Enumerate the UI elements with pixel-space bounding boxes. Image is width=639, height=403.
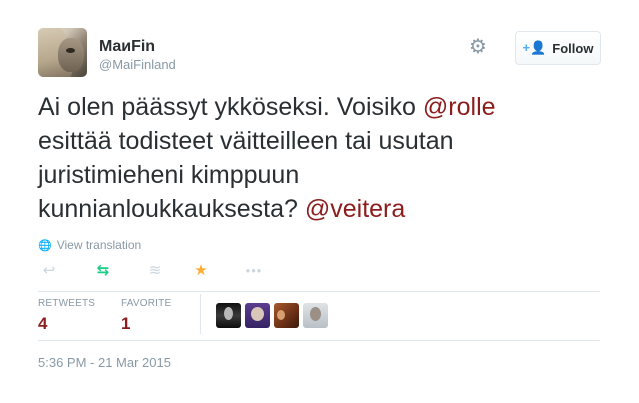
divider-top (38, 291, 600, 292)
tweet-text-line1: Ai olen päässyt ykköseksi. Voisiko (38, 93, 423, 121)
engager-avatar[interactable] (303, 303, 328, 328)
tweet-header: MaиFin @MaiFinland ⚙ +👤 Follow (38, 28, 601, 80)
avatar-eye (66, 48, 75, 53)
favorites-label: FAVORITE (121, 298, 172, 309)
gear-icon[interactable]: ⚙ (467, 36, 489, 58)
globe-icon: 🌐 (38, 239, 52, 252)
divider-bottom (38, 340, 600, 341)
add-user-icon: +👤 (522, 40, 547, 55)
view-translation-label: View translation (56, 238, 142, 252)
mention-link-veitera[interactable]: @veitera (305, 195, 405, 223)
retweets-label: RETWEETS (38, 298, 96, 309)
reply-icon[interactable]: ↩ (38, 260, 60, 282)
tweet-text-line2: esittää todisteet väitteilleen tai usuta… (38, 127, 454, 155)
favorites-count: 1 (121, 314, 131, 333)
user-avatar[interactable] (38, 28, 87, 77)
avatar-face (58, 38, 84, 72)
stats-separator (200, 294, 201, 334)
tweet-text-line3: juristimieheni kimppuun (38, 161, 300, 189)
follow-button-label: Follow (552, 40, 594, 56)
add-to-collection-icon[interactable]: ≋ (144, 260, 166, 282)
display-name[interactable]: MaиFin (99, 38, 176, 56)
favorites-stat[interactable]: FAVORITE 1 (121, 298, 171, 336)
engager-avatar[interactable] (216, 303, 241, 328)
tweet-text: Ai olen päässyt ykköseksi. Voisiko @roll… (38, 90, 598, 226)
engager-avatar[interactable] (245, 303, 270, 328)
retweet-icon[interactable]: ⇆ (92, 260, 114, 282)
more-icon[interactable]: ••• (243, 260, 265, 282)
retweets-stat[interactable]: RETWEETS 4 (38, 298, 95, 336)
follow-button[interactable]: +👤 Follow (515, 31, 601, 65)
view-translation-link[interactable]: 🌐 View translation (38, 238, 141, 252)
mention-link-rolle[interactable]: @rolle (423, 93, 496, 121)
user-names[interactable]: MaиFin @MaiFinland (99, 38, 176, 74)
user-handle[interactable]: @MaiFinland (99, 56, 176, 74)
tweet-text-line4: kunnianloukkauksesta? (38, 195, 305, 223)
tweet-timestamp[interactable]: 5:36 PM - 21 Mar 2015 (38, 355, 171, 370)
engager-avatars (216, 303, 328, 328)
favorite-icon[interactable]: ★ (190, 260, 212, 282)
retweets-count: 4 (38, 314, 48, 333)
engager-avatar[interactable] (274, 303, 299, 328)
